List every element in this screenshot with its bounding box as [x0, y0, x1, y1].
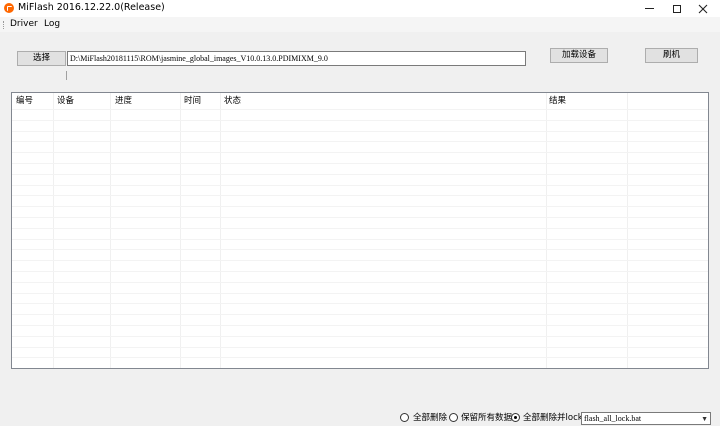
column-header-number[interactable]: 编号: [16, 96, 33, 106]
row-divider: [12, 249, 708, 250]
device-list[interactable]: 编号 设备 进度 时间 状态 结果: [11, 92, 709, 369]
select-button[interactable]: 选择: [17, 51, 66, 66]
row-divider: [12, 368, 708, 369]
column-divider: [110, 93, 111, 368]
close-icon: [698, 4, 708, 13]
miflash-logo-icon: [4, 3, 14, 13]
row-divider: [12, 141, 708, 142]
row-divider: [12, 174, 708, 175]
row-divider: [12, 239, 708, 240]
row-divider: [12, 357, 708, 358]
column-divider: [220, 93, 221, 368]
row-divider: [12, 303, 708, 304]
flash-script-select[interactable]: flash_all_lock.bat ▼: [581, 412, 711, 425]
column-header-result[interactable]: 结果: [549, 96, 566, 106]
row-divider: [12, 336, 708, 337]
row-divider: [12, 120, 708, 121]
title-bar: MiFlash 2016.12.22.0(Release): [0, 0, 720, 17]
radio-clean-all[interactable]: [400, 413, 409, 422]
row-divider: [12, 325, 708, 326]
row-divider: [12, 195, 708, 196]
row-divider: [12, 293, 708, 294]
radio-label-clean-all: 全部删除: [413, 413, 448, 423]
menu-grip-icon: [3, 21, 6, 29]
row-divider: [12, 260, 708, 261]
radio-save-user-data[interactable]: [449, 413, 458, 422]
menu-driver[interactable]: Driver: [10, 19, 38, 30]
row-divider: [12, 185, 708, 186]
row-divider: [12, 206, 708, 207]
flash-script-value: flash_all_lock.bat: [584, 414, 642, 423]
column-divider: [180, 93, 181, 368]
menu-log[interactable]: Log: [44, 19, 60, 30]
row-divider: [12, 271, 708, 272]
column-header-status[interactable]: 状态: [224, 96, 241, 106]
row-divider: [12, 228, 708, 229]
column-header-progress[interactable]: 进度: [115, 96, 132, 106]
chevron-down-icon: ▼: [701, 415, 708, 423]
rom-path-input[interactable]: D:\MiFlash20181115\ROM\jasmine_global_im…: [67, 51, 526, 66]
row-divider: [12, 131, 708, 132]
maximize-button[interactable]: [664, 0, 690, 17]
column-divider: [53, 93, 54, 368]
close-button[interactable]: [690, 0, 716, 17]
row-divider: [12, 314, 708, 315]
row-divider: [12, 282, 708, 283]
radio-label-clean-all-and-lock: 全部删除并lock: [523, 413, 583, 423]
radio-clean-all-and-lock[interactable]: [511, 413, 520, 422]
column-divider: [546, 93, 547, 368]
row-divider: [12, 217, 708, 218]
row-divider: [12, 163, 708, 164]
radio-label-save-user-data: 保留所有数据: [461, 413, 513, 423]
column-header-device[interactable]: 设备: [57, 96, 74, 106]
row-divider: [12, 347, 708, 348]
window-title: MiFlash 2016.12.22.0(Release): [18, 2, 165, 13]
flash-button[interactable]: 刷机: [645, 48, 698, 63]
splitter-handle: [66, 71, 67, 80]
row-divider: [12, 152, 708, 153]
column-header-time[interactable]: 时间: [184, 96, 201, 106]
minimize-button[interactable]: [636, 0, 662, 17]
column-divider: [627, 93, 628, 368]
row-divider: [12, 109, 708, 110]
load-device-button[interactable]: 加载设备: [550, 48, 608, 63]
menu-bar: Driver Log: [0, 17, 720, 32]
